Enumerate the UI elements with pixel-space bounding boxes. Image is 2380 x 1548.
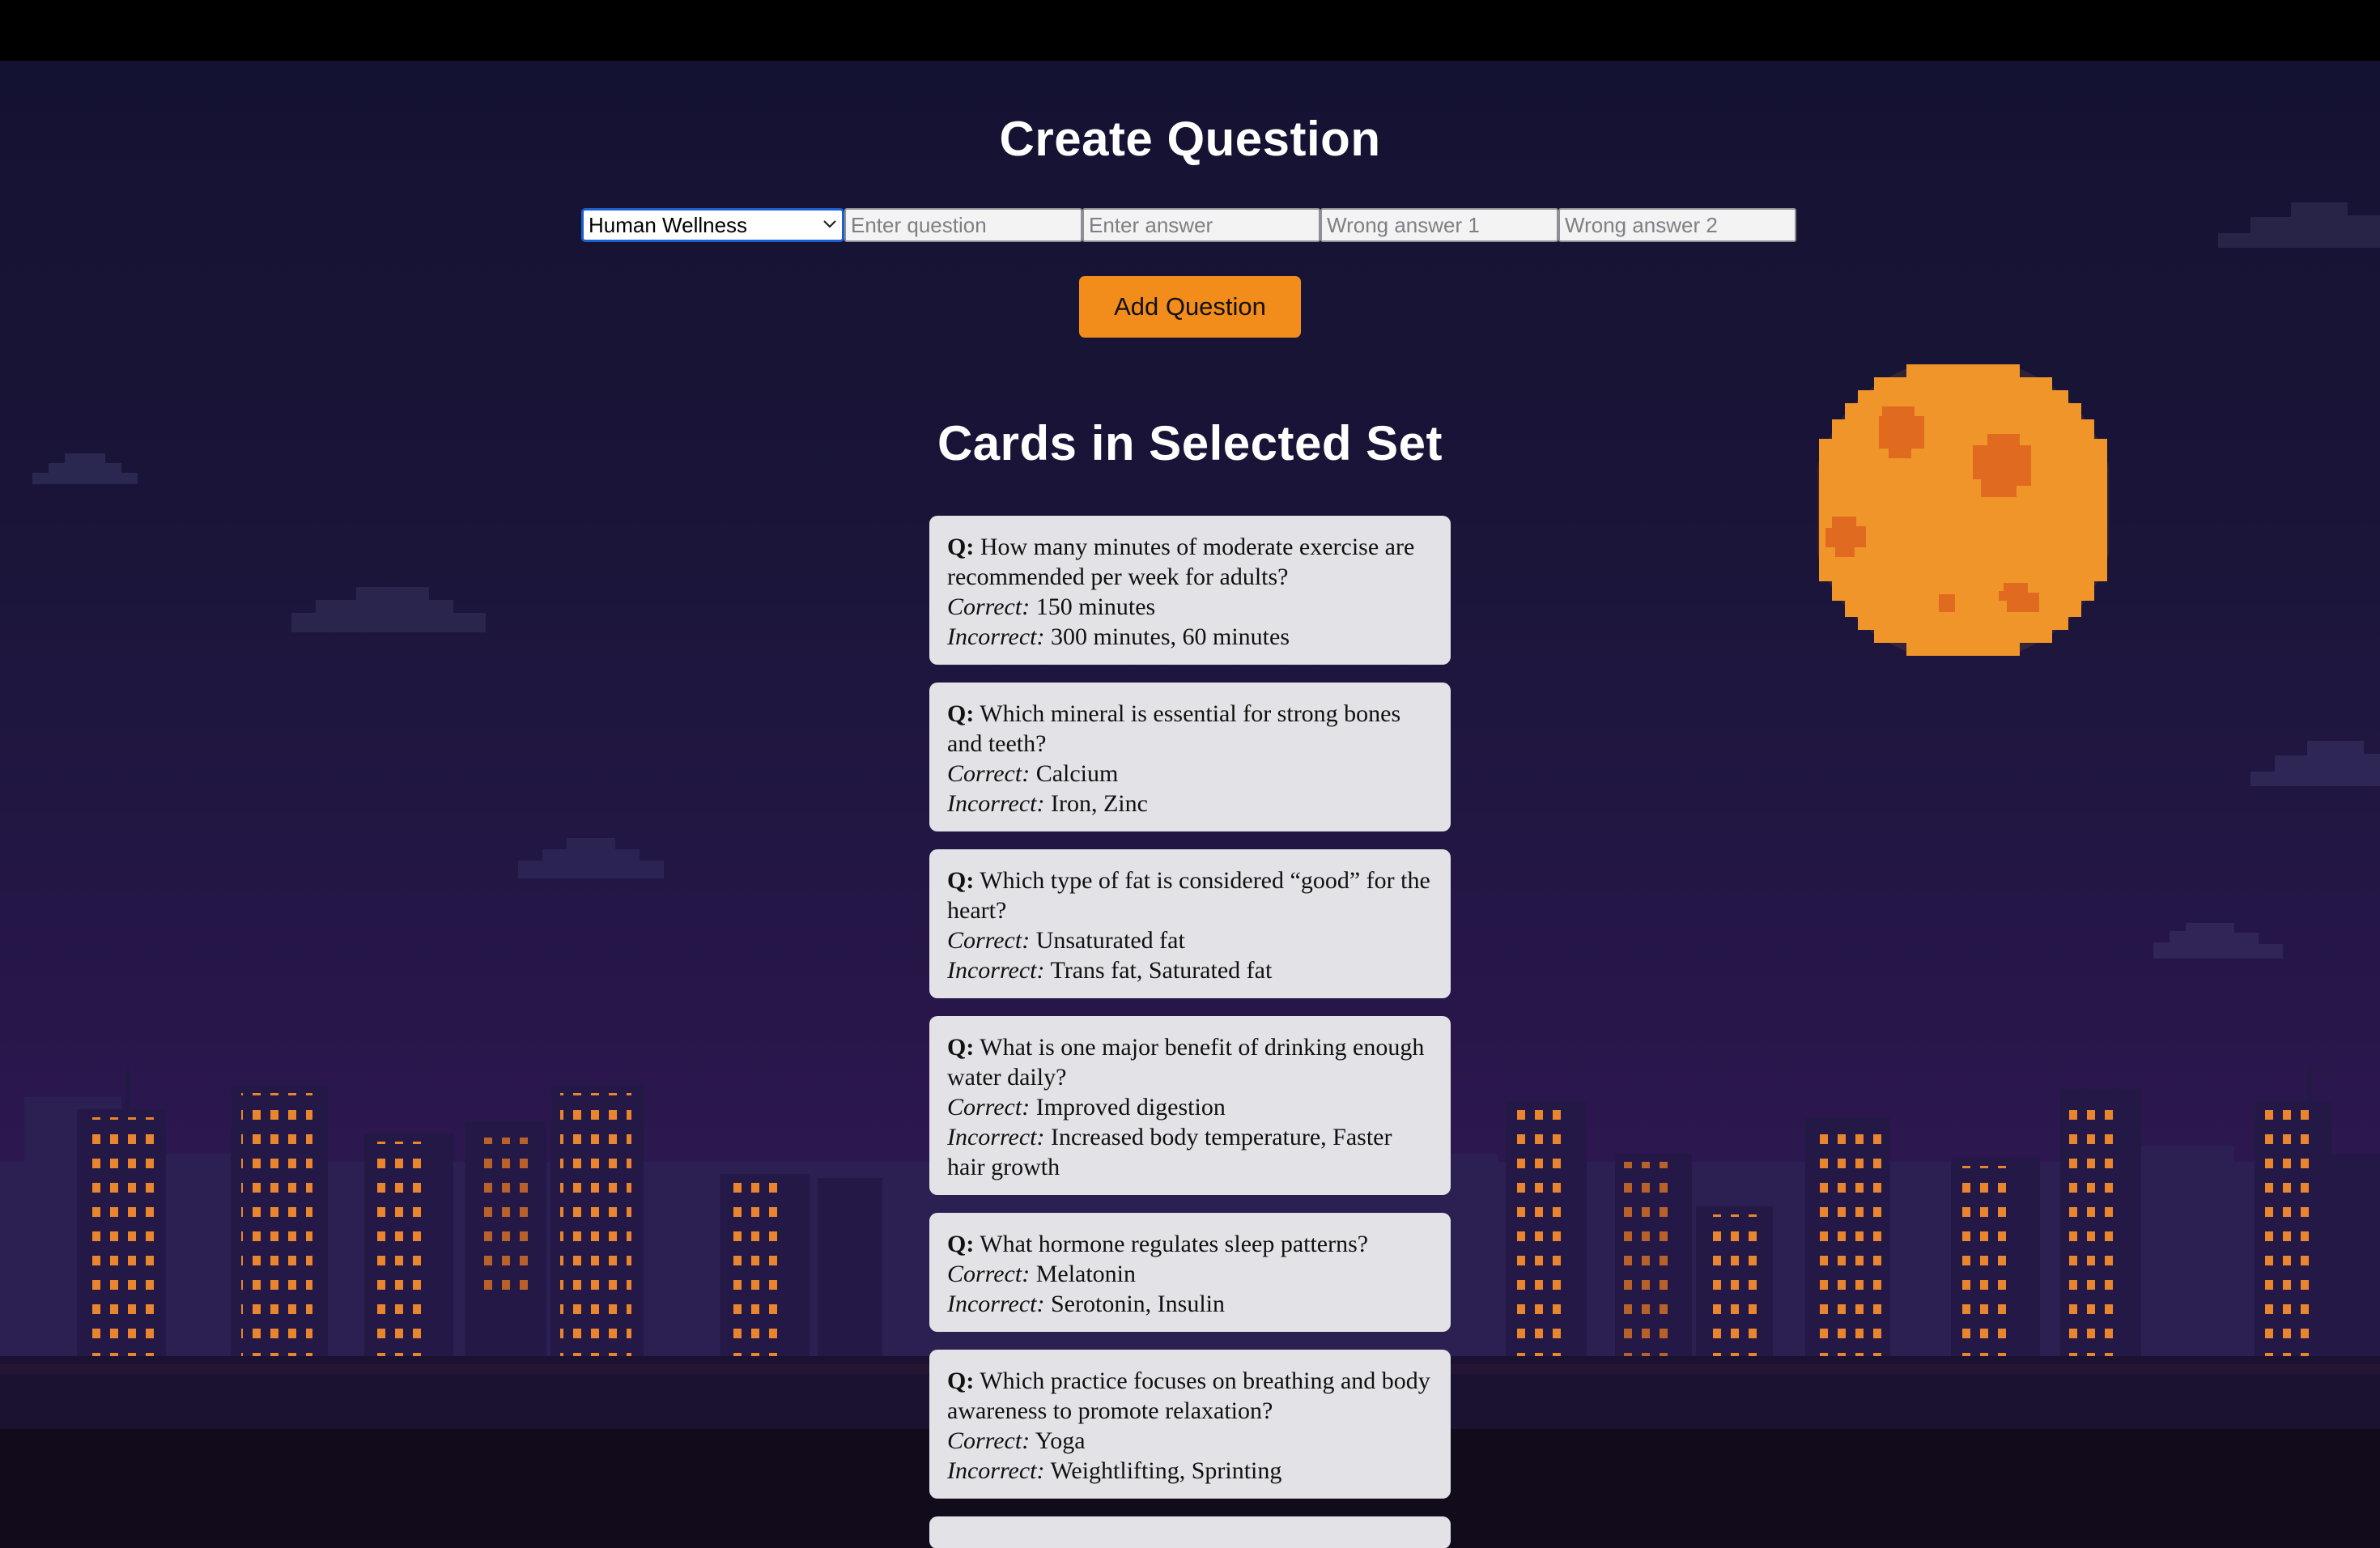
incorrect-label: Incorrect:: [947, 623, 1045, 650]
card-question: What hormone regulates sleep patterns?: [980, 1231, 1369, 1257]
card-correct-line: Correct: Melatonin: [947, 1259, 1433, 1289]
incorrect-label: Incorrect:: [947, 957, 1045, 984]
card-correct: Yoga: [1035, 1427, 1086, 1454]
card-correct: Improved digestion: [1035, 1094, 1226, 1121]
card-incorrect: Weightlifting, Sprinting: [1050, 1457, 1282, 1484]
card-incorrect-line: Incorrect: 300 minutes, 60 minutes: [947, 622, 1433, 652]
correct-label: Correct:: [947, 1427, 1031, 1454]
set-select[interactable]: Human Wellness: [581, 208, 844, 242]
create-question-form: Human Wellness: [581, 208, 1796, 244]
incorrect-label: Incorrect:: [947, 1124, 1045, 1150]
question-label: Q:: [947, 867, 975, 894]
card-question-line: Q: Which practice focuses on breathing a…: [947, 1366, 1433, 1426]
card-incorrect-line: Incorrect: Trans fat, Saturated fat: [947, 955, 1433, 985]
question-label: Q:: [947, 1034, 975, 1061]
question-input[interactable]: [844, 208, 1082, 242]
question-label: Q:: [947, 534, 975, 560]
card-correct: Melatonin: [1035, 1261, 1137, 1287]
card-incorrect: Iron, Zinc: [1051, 790, 1148, 817]
set-select-wrapper: Human Wellness: [581, 208, 844, 242]
card-correct: Unsaturated fat: [1035, 927, 1185, 954]
question-label: Q:: [947, 1367, 975, 1394]
card-question: Which mineral is essential for strong bo…: [947, 700, 1401, 757]
card-question: Which practice focuses on breathing and …: [947, 1367, 1430, 1424]
add-question-button[interactable]: Add Question: [1079, 276, 1301, 338]
main-content: Create Question Human Wellness Add Quest…: [0, 61, 2380, 1548]
card-correct-line: Correct: Yoga: [947, 1426, 1433, 1456]
card-question-line: Q: What hormone regulates sleep patterns…: [947, 1229, 1433, 1259]
card-incorrect: 300 minutes, 60 minutes: [1051, 623, 1290, 650]
browser-top-bar: [0, 0, 2380, 61]
question-label: Q:: [947, 1231, 975, 1257]
incorrect-label: Incorrect:: [947, 1457, 1045, 1484]
card-question: How many minutes of moderate exercise ar…: [947, 534, 1415, 590]
correct-label: Correct:: [947, 927, 1031, 954]
cards-section-title: Cards in Selected Set: [937, 416, 1443, 470]
wrong-answer-2-input[interactable]: [1558, 208, 1796, 242]
flashcard: Q: Which practice focuses on breathing a…: [929, 1350, 1451, 1499]
flashcard-partial: [929, 1516, 1451, 1548]
flashcard: Q: Which type of fat is considered “good…: [929, 849, 1451, 998]
card-incorrect-line: Incorrect: Iron, Zinc: [947, 789, 1433, 819]
card-question-line: Q: How many minutes of moderate exercise…: [947, 532, 1433, 592]
card-question-line: Q: What is one major benefit of drinking…: [947, 1032, 1433, 1092]
flashcard: Q: How many minutes of moderate exercise…: [929, 516, 1451, 665]
card-correct-line: Correct: Unsaturated fat: [947, 925, 1433, 955]
card-correct: Calcium: [1035, 760, 1119, 787]
card-incorrect: Serotonin, Insulin: [1051, 1291, 1225, 1317]
correct-label: Correct:: [947, 760, 1031, 787]
correct-label: Correct:: [947, 593, 1031, 620]
card-correct-line: Correct: 150 minutes: [947, 592, 1433, 622]
incorrect-label: Incorrect:: [947, 790, 1045, 817]
wrong-answer-1-input[interactable]: [1320, 208, 1558, 242]
flashcard: Q: Which mineral is essential for strong…: [929, 683, 1451, 831]
card-correct: 150 minutes: [1035, 593, 1156, 620]
card-question-line: Q: Which type of fat is considered “good…: [947, 865, 1433, 925]
incorrect-label: Incorrect:: [947, 1291, 1045, 1317]
flashcard: Q: What is one major benefit of drinking…: [929, 1016, 1451, 1195]
create-question-title: Create Question: [999, 112, 1381, 166]
flashcard: Q: What hormone regulates sleep patterns…: [929, 1213, 1451, 1332]
question-label: Q:: [947, 700, 975, 727]
correct-label: Correct:: [947, 1094, 1031, 1121]
card-correct-line: Correct: Calcium: [947, 759, 1433, 789]
card-incorrect-line: Incorrect: Serotonin, Insulin: [947, 1289, 1433, 1319]
card-incorrect: Trans fat, Saturated fat: [1050, 957, 1273, 984]
card-incorrect-line: Incorrect: Weightlifting, Sprinting: [947, 1456, 1433, 1486]
answer-input[interactable]: [1082, 208, 1320, 242]
cards-list: Q: How many minutes of moderate exercise…: [929, 516, 1451, 1548]
card-question: What is one major benefit of drinking en…: [947, 1034, 1425, 1091]
card-correct-line: Correct: Improved digestion: [947, 1092, 1433, 1122]
app-window: Create Question Human Wellness Add Quest…: [0, 0, 2380, 1548]
correct-label: Correct:: [947, 1261, 1031, 1287]
card-incorrect-line: Incorrect: Increased body temperature, F…: [947, 1122, 1433, 1182]
card-question: Which type of fat is considered “good” f…: [947, 867, 1430, 924]
card-question-line: Q: Which mineral is essential for strong…: [947, 699, 1433, 759]
